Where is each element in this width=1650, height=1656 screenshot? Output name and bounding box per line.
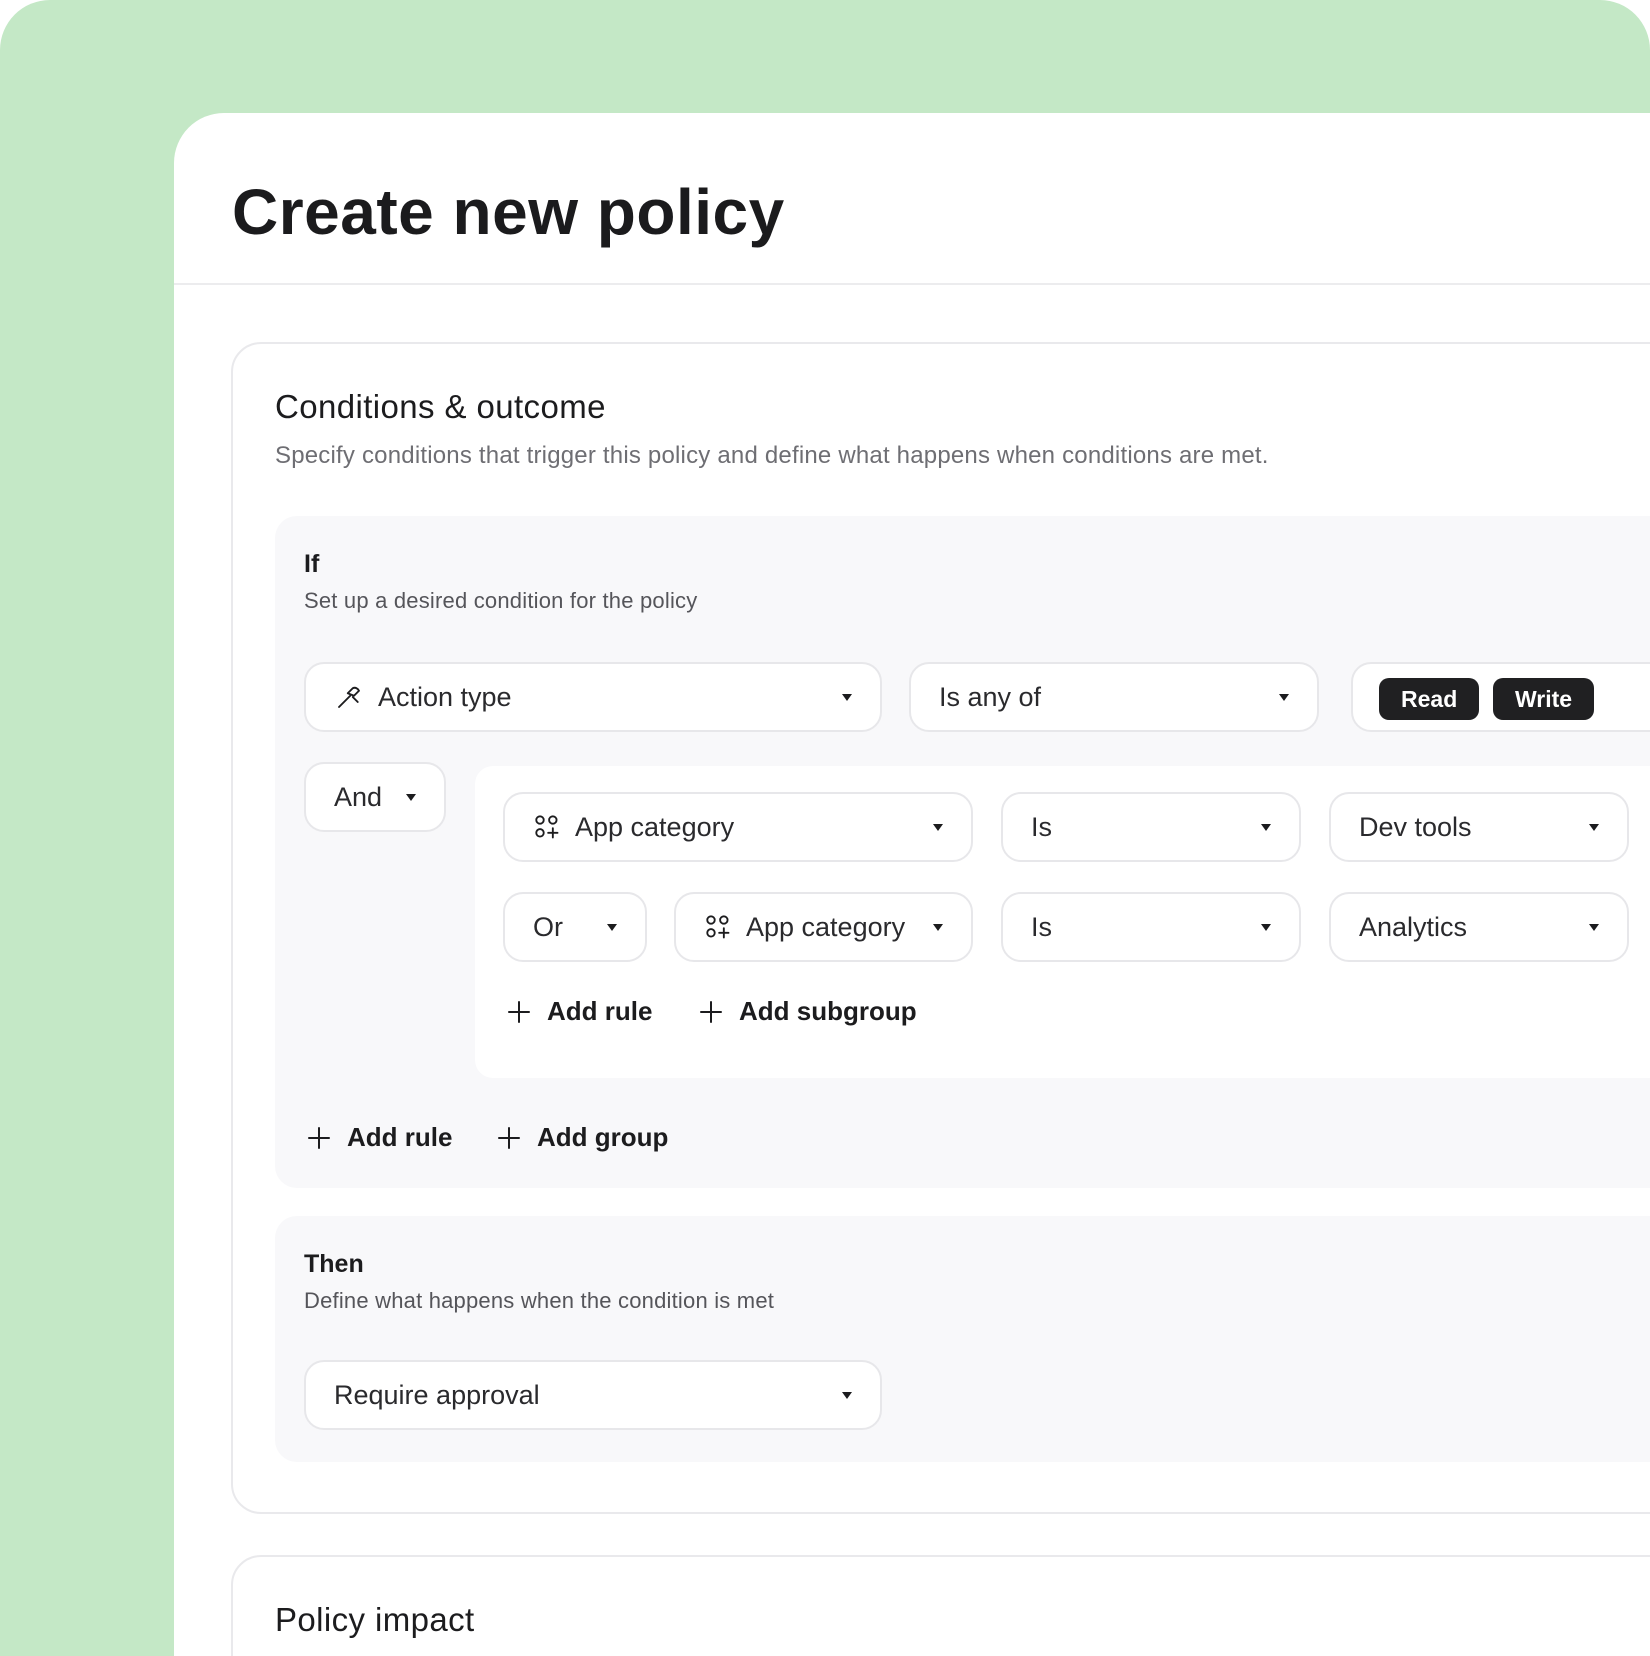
app-category-label: App category [746, 911, 906, 942]
value-select-dev-tools[interactable]: Dev tools [1329, 792, 1629, 862]
value-chip-read[interactable]: Read [1379, 678, 1480, 720]
plus-icon [497, 1126, 521, 1150]
app-category-select[interactable]: App category [674, 892, 973, 962]
caret-down-icon [842, 693, 852, 701]
caret-down-icon [1279, 693, 1289, 701]
value-label: Dev tools [1359, 811, 1472, 842]
policy-impact-title: Policy impact [275, 1601, 475, 1638]
then-section: Then Define what happens when the condit… [275, 1216, 1650, 1462]
operator-select-is[interactable]: Is [1001, 792, 1301, 862]
caret-down-icon [1589, 823, 1599, 831]
page-title: Create new policy [232, 176, 785, 248]
policy-impact-card: Policy impact [231, 1555, 1650, 1656]
action-type-label: Action type [378, 681, 512, 712]
plus-icon [307, 1126, 331, 1150]
app-category-label: App category [575, 811, 735, 842]
conditions-card: Conditions & outcome Specify conditions … [231, 342, 1650, 1514]
if-title: If [304, 550, 320, 578]
operator-select-is-any-of[interactable]: Is any of [909, 662, 1319, 732]
operator-label: Is [1031, 911, 1053, 942]
caret-down-icon [406, 793, 416, 801]
add-group-button[interactable]: Add group [497, 1122, 668, 1153]
outcome-select[interactable]: Require approval [304, 1360, 882, 1430]
operator-label: Is [1031, 811, 1053, 842]
plus-icon [507, 1000, 531, 1024]
add-subgroup-label: Add subgroup [739, 996, 917, 1026]
rule-join-label: Or [533, 911, 563, 942]
caret-down-icon [1261, 923, 1271, 931]
then-title: Then [304, 1250, 364, 1278]
add-rule-button[interactable]: Add rule [507, 996, 652, 1027]
plus-icon [699, 1000, 723, 1024]
value-chip-write[interactable]: Write [1493, 678, 1595, 720]
subgroup: App category Is Dev tools Or App categor… [475, 766, 1650, 1078]
operator-select-is[interactable]: Is [1001, 892, 1301, 962]
add-rule-label: Add rule [547, 996, 653, 1026]
caret-down-icon [1589, 923, 1599, 931]
value-label: Analytics [1359, 911, 1468, 942]
group-join-select[interactable]: And [304, 762, 446, 832]
operator-label: Is any of [939, 681, 1042, 712]
add-subgroup-button[interactable]: Add subgroup [699, 996, 917, 1027]
conditions-subtitle: Specify conditions that trigger this pol… [275, 442, 1269, 469]
outcome-label: Require approval [334, 1379, 540, 1410]
rule-join-select[interactable]: Or [503, 892, 647, 962]
action-type-select[interactable]: Action type [304, 662, 882, 732]
caret-down-icon [933, 923, 943, 931]
add-group-label: Add group [537, 1122, 669, 1152]
add-rule-button[interactable]: Add rule [307, 1122, 452, 1153]
value-select-analytics[interactable]: Analytics [1329, 892, 1629, 962]
group-join-label: And [334, 781, 383, 812]
conditions-title: Conditions & outcome [275, 388, 606, 425]
caret-down-icon [607, 923, 617, 931]
caret-down-icon [1261, 823, 1271, 831]
if-subtitle: Set up a desired condition for the polic… [304, 588, 698, 613]
values-multiselect[interactable]: Read Write [1351, 662, 1650, 732]
app-grid-icon [704, 913, 732, 941]
caret-down-icon [842, 1391, 852, 1399]
app-grid-icon [533, 813, 561, 841]
if-section: If Set up a desired condition for the po… [275, 516, 1650, 1188]
main-panel: Create new policy Conditions & outcome S… [174, 113, 1650, 1656]
then-subtitle: Define what happens when the condition i… [304, 1288, 775, 1313]
app-category-select[interactable]: App category [503, 792, 973, 862]
hammer-icon [334, 682, 364, 712]
caret-down-icon [933, 823, 943, 831]
add-rule-label: Add rule [347, 1122, 453, 1152]
header-divider [174, 283, 1650, 285]
